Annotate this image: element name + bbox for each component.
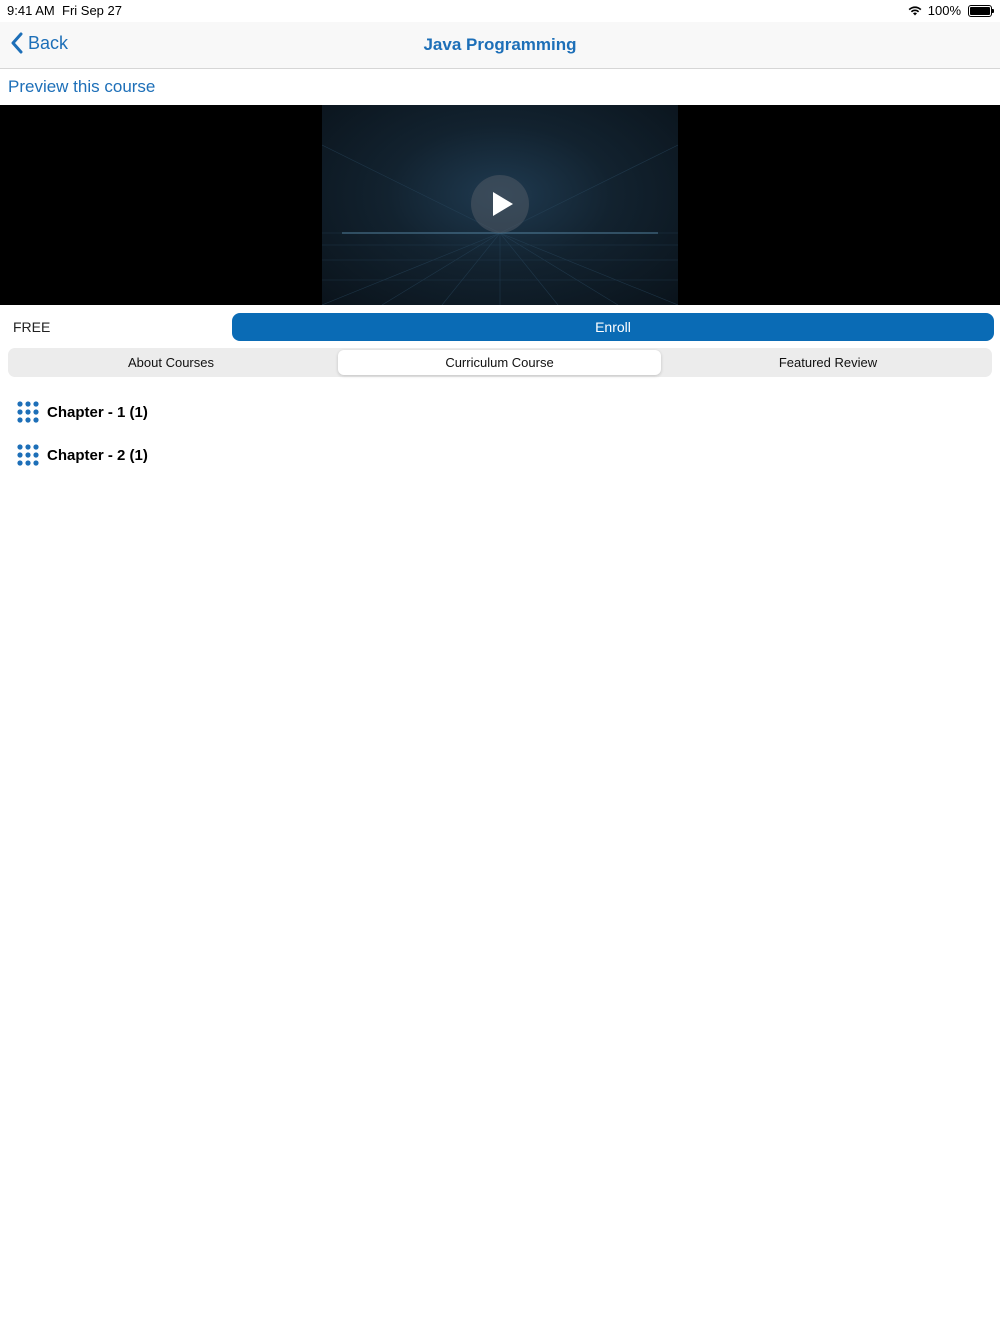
preview-course-link[interactable]: Preview this course [8, 77, 155, 97]
battery-icon [968, 4, 994, 17]
tab-curriculum-course[interactable]: Curriculum Course [338, 350, 661, 375]
navigation-bar: Back Java Programming [0, 22, 1000, 69]
chapter-row-2[interactable]: Chapter - 2 (1) [16, 443, 148, 467]
wifi-icon [908, 6, 922, 16]
price-label: FREE [13, 319, 51, 335]
status-indicators: 100% [908, 3, 994, 18]
chapter-label: Chapter - 1 (1) [47, 403, 148, 421]
page-title: Java Programming [423, 35, 577, 54]
course-tabs: About Courses Curriculum Course Featured… [8, 348, 992, 377]
dots-grid-icon [17, 401, 39, 423]
chapter-row-1[interactable]: Chapter - 1 (1) [16, 400, 148, 424]
tab-about-courses[interactable]: About Courses [10, 350, 332, 375]
status-date: Fri Sep 27 [62, 3, 122, 18]
enroll-button[interactable]: Enroll [232, 313, 994, 341]
tab-featured-review[interactable]: Featured Review [667, 350, 989, 375]
status-time: 9:41 AM [7, 3, 55, 18]
video-player[interactable] [0, 105, 1000, 305]
dots-grid-icon [17, 444, 39, 466]
status-bar: 9:41 AM Fri Sep 27 100% [0, 0, 1000, 22]
play-icon [493, 192, 513, 216]
chapter-label: Chapter - 2 (1) [47, 446, 148, 464]
play-button[interactable] [471, 175, 529, 233]
video-thumbnail [322, 105, 678, 305]
battery-percent: 100% [927, 3, 961, 18]
